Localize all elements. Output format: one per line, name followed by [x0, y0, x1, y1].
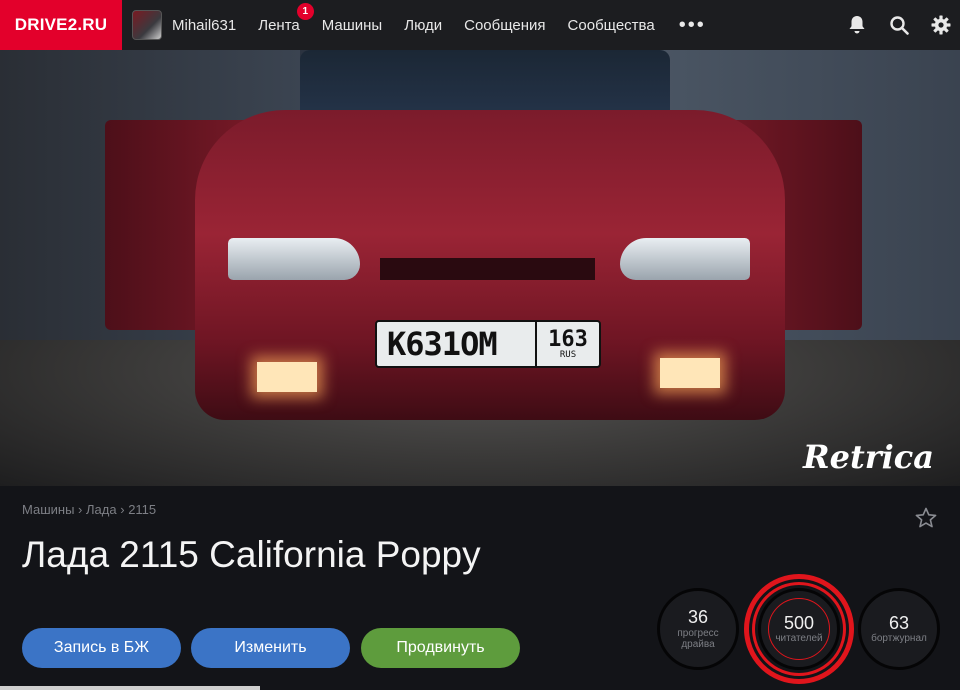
license-plate-region-code: 163: [548, 326, 588, 352]
stat-label: бортжурнал: [871, 633, 927, 645]
top-icons: [846, 0, 952, 50]
bell-icon[interactable]: [846, 14, 868, 36]
star-icon[interactable]: [914, 506, 938, 535]
breadcrumb-separator: ›: [120, 502, 125, 517]
site-logo[interactable]: DRIVE2.RU: [0, 0, 122, 50]
car-photo[interactable]: К631ОМ 163 RUS Retrica: [0, 50, 960, 486]
car-grille: [380, 258, 595, 280]
username[interactable]: Mihail631: [172, 17, 236, 34]
breadcrumb-item-cars[interactable]: Машины: [22, 502, 74, 517]
license-plate-number: К631ОМ: [387, 325, 498, 363]
stat-drive-progress[interactable]: 36 прогресс драйва: [657, 588, 739, 670]
nav-item-cars[interactable]: Машины: [322, 17, 382, 34]
nav-item-messages[interactable]: Сообщения: [464, 17, 545, 34]
notification-badge: 1: [296, 2, 314, 20]
car-headlight-right: [620, 238, 750, 280]
page-title: Лада 2115 California Poppy: [22, 534, 481, 575]
breadcrumb-separator: ›: [78, 502, 83, 517]
promote-button[interactable]: Продвинуть: [361, 628, 520, 668]
page: DRIVE2.RU Mihail631 Лента 1 Машины Люди …: [0, 0, 960, 690]
avatar[interactable]: [132, 10, 162, 40]
breadcrumb-item-model[interactable]: 2115: [128, 502, 156, 517]
edit-button[interactable]: Изменить: [191, 628, 350, 668]
license-plate-region: 163 RUS: [535, 322, 599, 366]
user-menu[interactable]: Mihail631: [132, 10, 236, 40]
search-icon[interactable]: [888, 14, 910, 36]
stat-value: 63: [888, 612, 910, 633]
stat-label: прогресс драйва: [677, 627, 719, 650]
stat-logbook[interactable]: 63 бортжурнал: [858, 588, 940, 670]
breadcrumb: Машины › Лада › 2115: [22, 502, 156, 517]
fog-light-left: [257, 362, 317, 392]
more-menu-button[interactable]: •••: [679, 15, 706, 35]
fog-light-right: [660, 358, 720, 388]
nav-item-people[interactable]: Люди: [404, 17, 442, 34]
horizontal-scrollbar[interactable]: [0, 686, 260, 690]
highlight-ring-inner: [768, 598, 830, 660]
nav-item-feed[interactable]: Лента 1: [258, 2, 314, 34]
photo-watermark: Retrica: [803, 438, 934, 476]
breadcrumb-item-brand[interactable]: Лада: [86, 502, 117, 517]
nav-item-feed-label[interactable]: Лента: [258, 17, 300, 34]
top-navbar: DRIVE2.RU Mihail631 Лента 1 Машины Люди …: [0, 0, 960, 50]
car-headlight-left: [228, 238, 360, 280]
log-entry-button[interactable]: Запись в БЖ: [22, 628, 181, 668]
stat-value: 36: [687, 607, 709, 628]
license-plate-country: RUS: [559, 349, 577, 360]
gear-icon[interactable]: [930, 14, 952, 36]
license-plate: К631ОМ 163 RUS: [375, 320, 601, 368]
car-info-panel: Машины › Лада › 2115 Лада 2115 Californi…: [0, 486, 960, 690]
nav-item-communities[interactable]: Сообщества: [568, 17, 655, 34]
